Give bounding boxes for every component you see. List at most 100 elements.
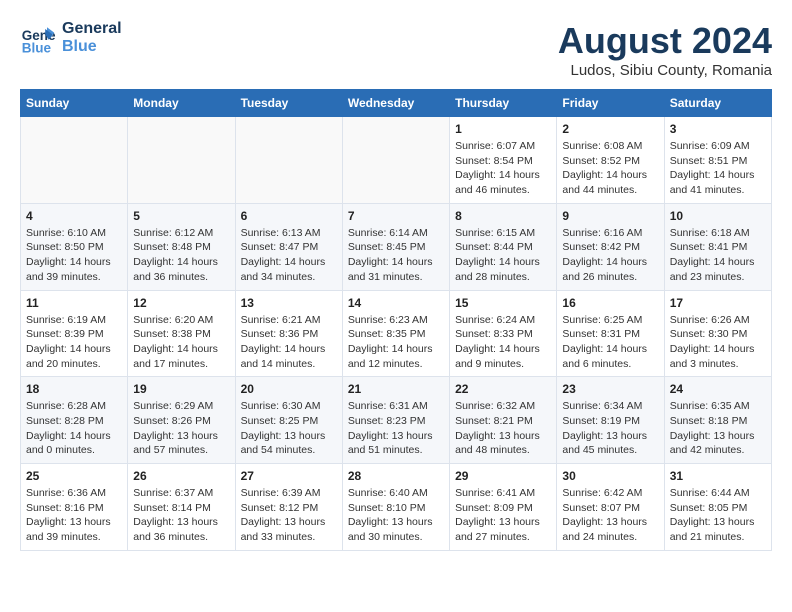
day-info: Sunrise: 6:31 AM Sunset: 8:23 PM Dayligh… xyxy=(348,399,444,458)
calendar-cell xyxy=(342,117,449,204)
day-number: 11 xyxy=(26,296,122,310)
calendar-cell: 28Sunrise: 6:40 AM Sunset: 8:10 PM Dayli… xyxy=(342,464,449,551)
calendar-cell: 6 Sunrise: 6:13 AM Sunset: 8:47 PM Daylig… xyxy=(235,203,342,290)
day-info: Sunrise: 6:23 AM Sunset: 8:35 PM Dayligh… xyxy=(348,313,444,372)
day-info: Sunrise: 6:21 AM Sunset: 8:36 PM Dayligh… xyxy=(241,313,337,372)
day-number: 19 xyxy=(133,382,229,396)
day-number: 26 xyxy=(133,469,229,483)
week-row-4: 18 Sunrise: 6:28 AM Sunset: 8:28 PM Dayli… xyxy=(21,377,772,464)
day-info: Sunrise: 6:20 AM Sunset: 8:38 PM Dayligh… xyxy=(133,313,229,372)
day-number: 3 xyxy=(670,122,766,136)
day-info: Sunrise: 6:14 AM Sunset: 8:45 PM Dayligh… xyxy=(348,226,444,285)
page-header: General Blue General Blue August 2024 Lu… xyxy=(20,20,772,79)
calendar-cell xyxy=(128,117,235,204)
calendar-cell: 10 Sunrise: 6:18 AM Sunset: 8:41 PM Dayli… xyxy=(664,203,771,290)
calendar-cell: 8 Sunrise: 6:15 AM Sunset: 8:44 PM Daylig… xyxy=(450,203,557,290)
day-header-monday: Monday xyxy=(128,90,235,117)
day-number: 20 xyxy=(241,382,337,396)
day-header-tuesday: Tuesday xyxy=(235,90,342,117)
day-number: 25 xyxy=(26,469,122,483)
logo: General Blue General Blue xyxy=(20,20,122,56)
title-area: August 2024 Ludos, Sibiu County, Romania xyxy=(558,20,772,79)
day-info: Sunrise: 6:32 AM Sunset: 8:21 PM Dayligh… xyxy=(455,399,551,458)
day-number: 14 xyxy=(348,296,444,310)
calendar-cell xyxy=(235,117,342,204)
calendar-cell: 22 Sunrise: 6:32 AM Sunset: 8:21 PM Dayli… xyxy=(450,377,557,464)
day-info: Sunrise: 6:26 AM Sunset: 8:30 PM Dayligh… xyxy=(670,313,766,372)
day-number: 1 xyxy=(455,122,551,136)
day-info: Sunrise: 6:30 AM Sunset: 8:25 PM Dayligh… xyxy=(241,399,337,458)
day-info: Sunrise: 6:24 AM Sunset: 8:33 PM Dayligh… xyxy=(455,313,551,372)
calendar-cell: 4 Sunrise: 6:10 AM Sunset: 8:50 PM Daylig… xyxy=(21,203,128,290)
logo-icon: General Blue xyxy=(20,20,56,56)
month-title: August 2024 xyxy=(558,20,772,62)
day-info: Sunrise: 6:29 AM Sunset: 8:26 PM Dayligh… xyxy=(133,399,229,458)
calendar-cell: 29Sunrise: 6:41 AM Sunset: 8:09 PM Dayli… xyxy=(450,464,557,551)
calendar-cell: 30 Sunrise: 6:42 AM Sunset: 8:07 PM Dayli… xyxy=(557,464,664,551)
day-number: 24 xyxy=(670,382,766,396)
day-number: 4 xyxy=(26,209,122,223)
logo-line2: Blue xyxy=(62,38,122,56)
day-number: 18 xyxy=(26,382,122,396)
week-row-2: 4 Sunrise: 6:10 AM Sunset: 8:50 PM Daylig… xyxy=(21,203,772,290)
calendar-cell: 27 Sunrise: 6:39 AM Sunset: 8:12 PM Dayli… xyxy=(235,464,342,551)
calendar-cell: 21 Sunrise: 6:31 AM Sunset: 8:23 PM Dayli… xyxy=(342,377,449,464)
day-number: 15 xyxy=(455,296,551,310)
day-info: Sunrise: 6:07 AM Sunset: 8:54 PM Dayligh… xyxy=(455,139,551,198)
week-row-3: 11 Sunrise: 6:19 AM Sunset: 8:39 PM Dayli… xyxy=(21,290,772,377)
day-info: Sunrise: 6:36 AM Sunset: 8:16 PM Dayligh… xyxy=(26,486,122,545)
calendar-cell: 17Sunrise: 6:26 AM Sunset: 8:30 PM Dayli… xyxy=(664,290,771,377)
day-number: 21 xyxy=(348,382,444,396)
calendar-cell: 13Sunrise: 6:21 AM Sunset: 8:36 PM Dayli… xyxy=(235,290,342,377)
day-info: Sunrise: 6:42 AM Sunset: 8:07 PM Dayligh… xyxy=(562,486,658,545)
day-number: 10 xyxy=(670,209,766,223)
day-number: 5 xyxy=(133,209,229,223)
calendar-cell: 18 Sunrise: 6:28 AM Sunset: 8:28 PM Dayli… xyxy=(21,377,128,464)
calendar-cell: 19 Sunrise: 6:29 AM Sunset: 8:26 PM Dayli… xyxy=(128,377,235,464)
calendar-cell: 24 Sunrise: 6:35 AM Sunset: 8:18 PM Dayli… xyxy=(664,377,771,464)
day-number: 2 xyxy=(562,122,658,136)
day-info: Sunrise: 6:19 AM Sunset: 8:39 PM Dayligh… xyxy=(26,313,122,372)
day-number: 23 xyxy=(562,382,658,396)
calendar-cell: 9Sunrise: 6:16 AM Sunset: 8:42 PM Daylig… xyxy=(557,203,664,290)
calendar-cell: 3 Sunrise: 6:09 AM Sunset: 8:51 PM Daylig… xyxy=(664,117,771,204)
logo-line1: General xyxy=(62,20,122,38)
day-info: Sunrise: 6:16 AM Sunset: 8:42 PM Dayligh… xyxy=(562,226,658,285)
day-number: 27 xyxy=(241,469,337,483)
calendar-cell: 31Sunrise: 6:44 AM Sunset: 8:05 PM Dayli… xyxy=(664,464,771,551)
day-header-saturday: Saturday xyxy=(664,90,771,117)
day-number: 30 xyxy=(562,469,658,483)
day-info: Sunrise: 6:09 AM Sunset: 8:51 PM Dayligh… xyxy=(670,139,766,198)
calendar-cell: 25 Sunrise: 6:36 AM Sunset: 8:16 PM Dayli… xyxy=(21,464,128,551)
day-info: Sunrise: 6:35 AM Sunset: 8:18 PM Dayligh… xyxy=(670,399,766,458)
calendar-cell: 5Sunrise: 6:12 AM Sunset: 8:48 PM Daylig… xyxy=(128,203,235,290)
day-number: 16 xyxy=(562,296,658,310)
day-info: Sunrise: 6:25 AM Sunset: 8:31 PM Dayligh… xyxy=(562,313,658,372)
day-info: Sunrise: 6:28 AM Sunset: 8:28 PM Dayligh… xyxy=(26,399,122,458)
calendar-cell: 2 Sunrise: 6:08 AM Sunset: 8:52 PM Daylig… xyxy=(557,117,664,204)
day-number: 8 xyxy=(455,209,551,223)
calendar-cell: 14 Sunrise: 6:23 AM Sunset: 8:35 PM Dayli… xyxy=(342,290,449,377)
day-info: Sunrise: 6:10 AM Sunset: 8:50 PM Dayligh… xyxy=(26,226,122,285)
day-info: Sunrise: 6:13 AM Sunset: 8:47 PM Dayligh… xyxy=(241,226,337,285)
day-number: 12 xyxy=(133,296,229,310)
calendar-table: SundayMondayTuesdayWednesdayThursdayFrid… xyxy=(20,89,772,551)
calendar-cell: 1 Sunrise: 6:07 AM Sunset: 8:54 PM Daylig… xyxy=(450,117,557,204)
day-number: 28 xyxy=(348,469,444,483)
day-info: Sunrise: 6:15 AM Sunset: 8:44 PM Dayligh… xyxy=(455,226,551,285)
day-info: Sunrise: 6:37 AM Sunset: 8:14 PM Dayligh… xyxy=(133,486,229,545)
day-number: 6 xyxy=(241,209,337,223)
calendar-cell: 7Sunrise: 6:14 AM Sunset: 8:45 PM Daylig… xyxy=(342,203,449,290)
calendar-cell: 20 Sunrise: 6:30 AM Sunset: 8:25 PM Dayli… xyxy=(235,377,342,464)
day-info: Sunrise: 6:34 AM Sunset: 8:19 PM Dayligh… xyxy=(562,399,658,458)
calendar-cell: 26 Sunrise: 6:37 AM Sunset: 8:14 PM Dayli… xyxy=(128,464,235,551)
day-number: 22 xyxy=(455,382,551,396)
day-info: Sunrise: 6:39 AM Sunset: 8:12 PM Dayligh… xyxy=(241,486,337,545)
day-header-friday: Friday xyxy=(557,90,664,117)
day-info: Sunrise: 6:44 AM Sunset: 8:05 PM Dayligh… xyxy=(670,486,766,545)
day-info: Sunrise: 6:18 AM Sunset: 8:41 PM Dayligh… xyxy=(670,226,766,285)
day-number: 29 xyxy=(455,469,551,483)
day-info: Sunrise: 6:08 AM Sunset: 8:52 PM Dayligh… xyxy=(562,139,658,198)
day-header-wednesday: Wednesday xyxy=(342,90,449,117)
svg-text:Blue: Blue xyxy=(22,40,52,55)
